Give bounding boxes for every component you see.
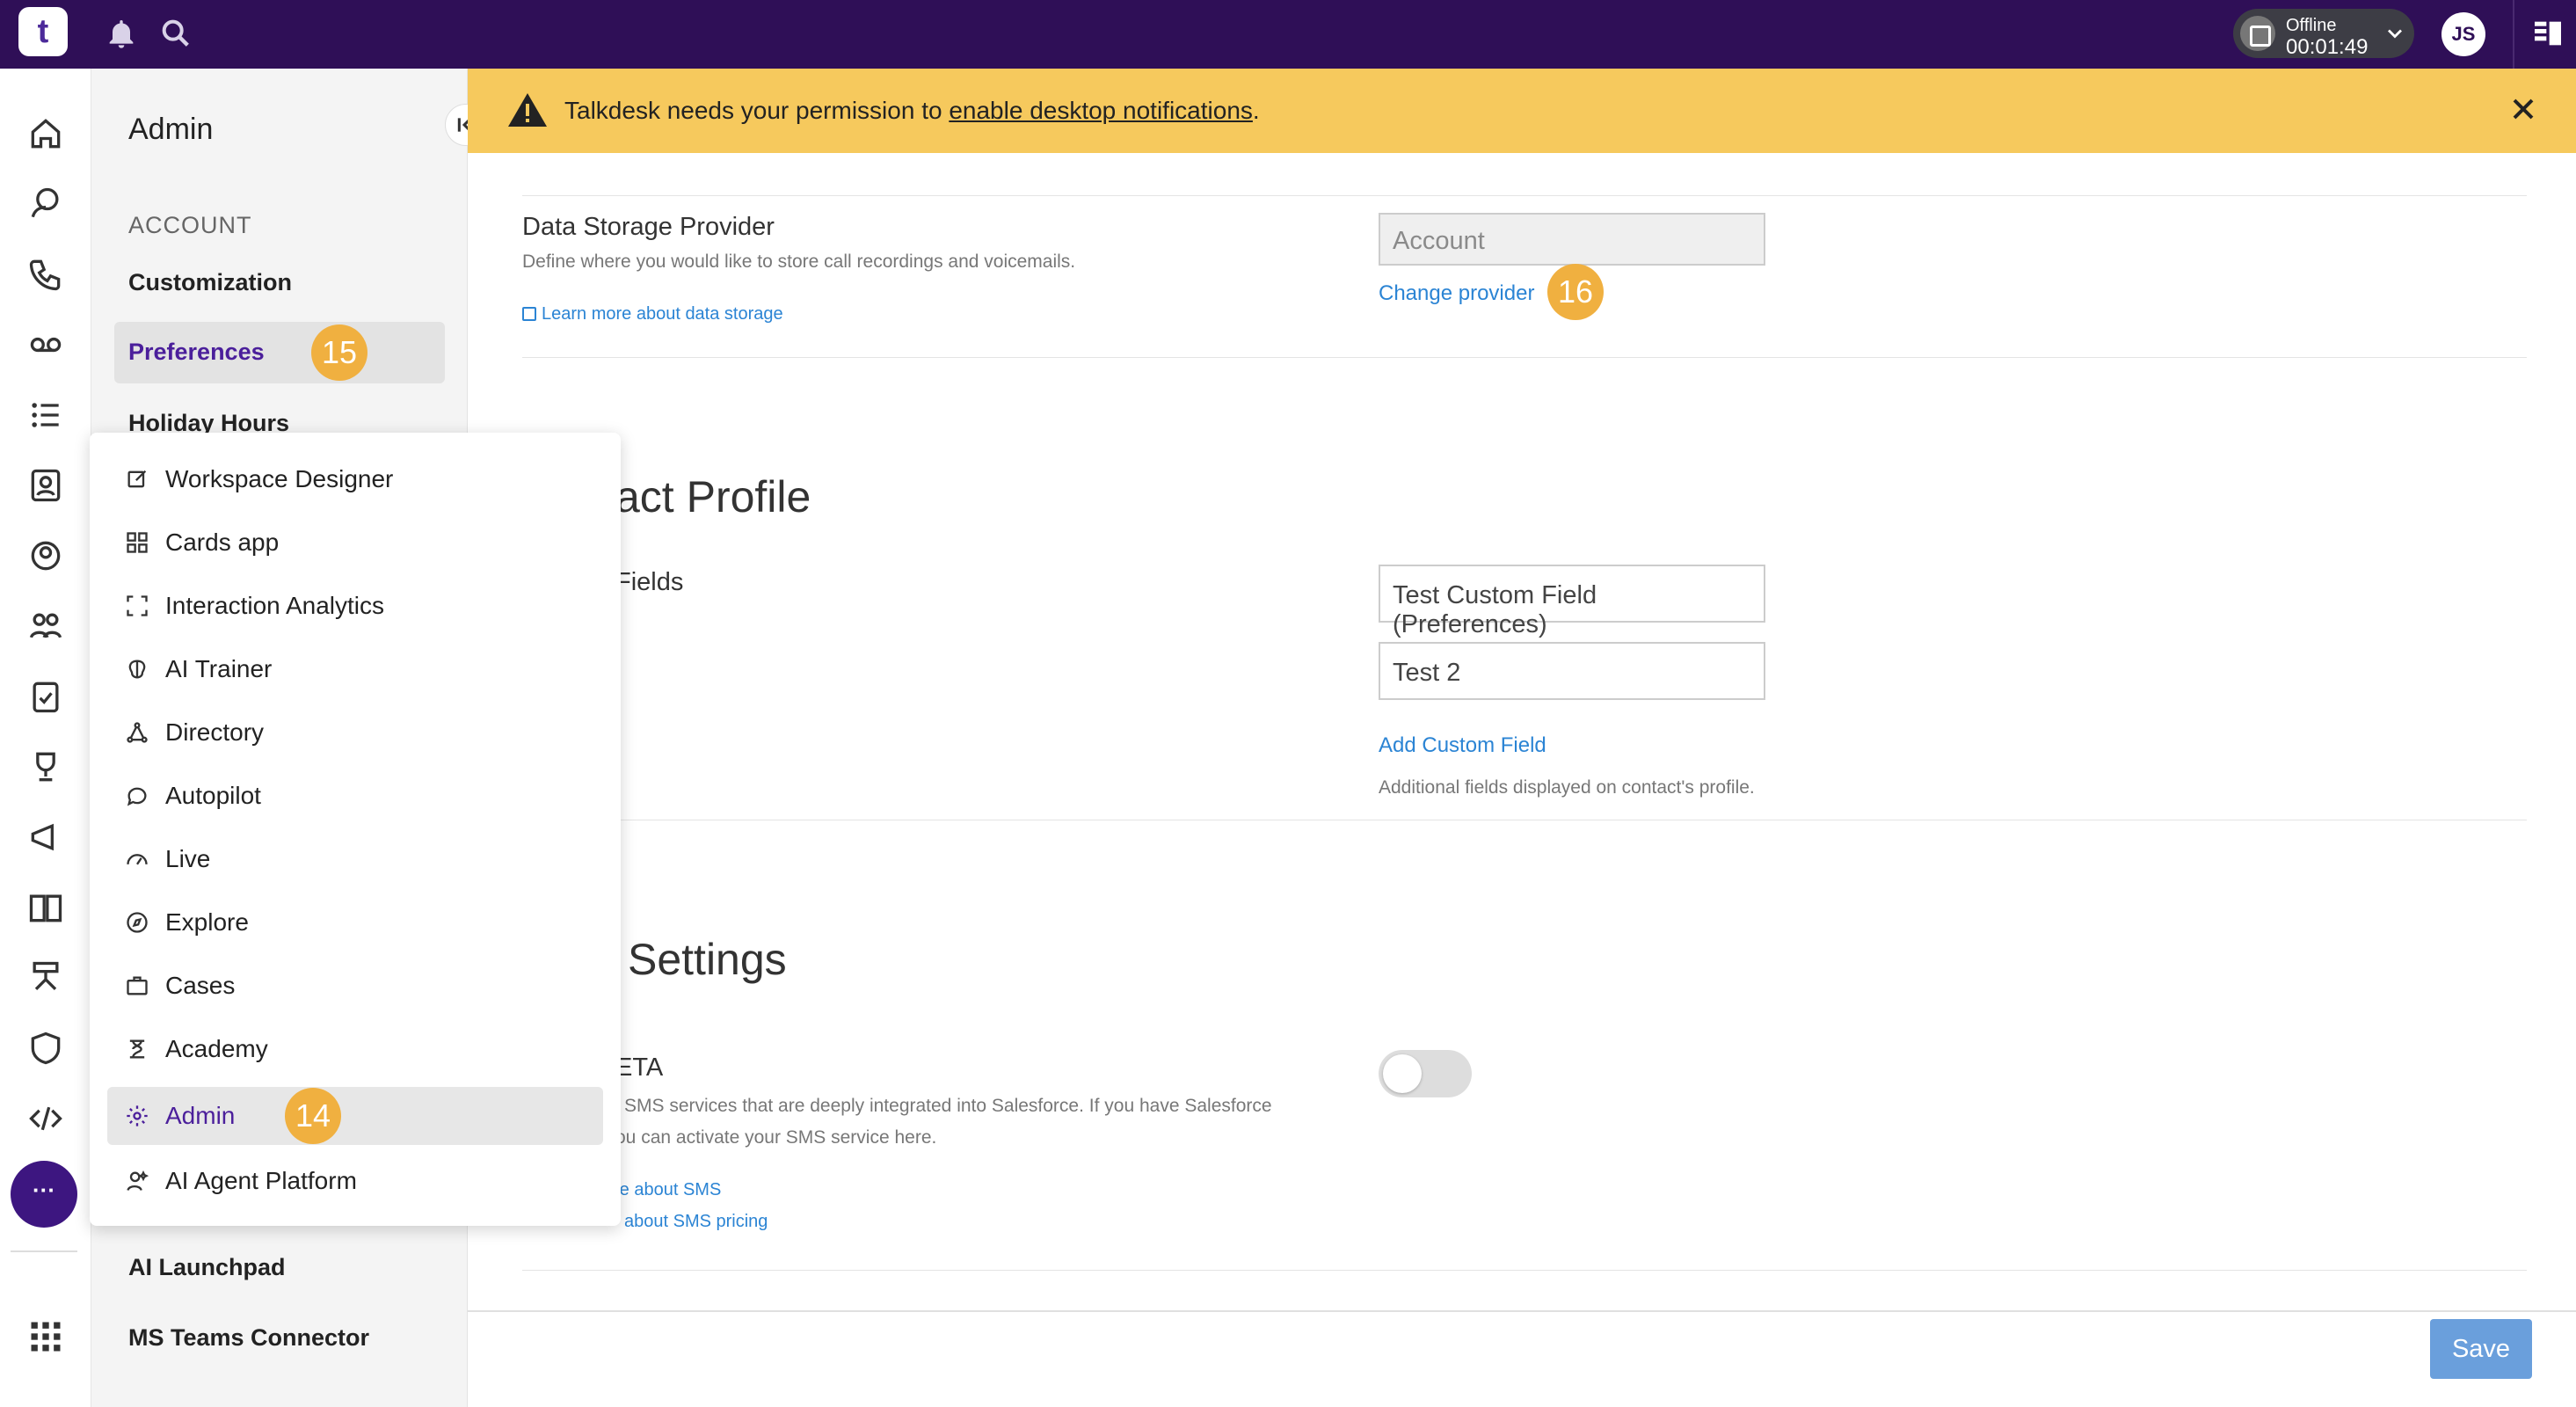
data-storage-description: Define where you would like to store cal…: [522, 252, 1076, 272]
menu-item-explore[interactable]: Explore: [107, 893, 603, 951]
nav-item-label: Preferences: [128, 339, 265, 365]
step-badge: 16: [1547, 264, 1604, 320]
section-title-contact-profile: act Profile: [615, 472, 811, 521]
sms-toggle[interactable]: [1379, 1050, 1472, 1097]
voicemail-icon[interactable]: [26, 325, 65, 364]
data-storage-label: Data Storage Provider: [522, 213, 775, 241]
app-rail: ···: [0, 69, 91, 1407]
chevron-down-icon: [2383, 21, 2407, 50]
menu-item-autopilot[interactable]: Autopilot: [107, 767, 603, 825]
external-link-icon: [522, 307, 536, 321]
gear-icon: [125, 1104, 149, 1128]
section-title-sms-settings: Settings: [628, 935, 787, 984]
add-custom-field-link[interactable]: Add Custom Field: [1379, 733, 1546, 758]
sms-pricing-link[interactable]: about SMS pricing: [624, 1212, 768, 1232]
talkdesk-logo[interactable]: t: [18, 7, 68, 56]
book-icon[interactable]: [26, 888, 65, 927]
contacts-icon[interactable]: [26, 466, 65, 505]
agent-status-selector[interactable]: Offline 00:01:49: [2233, 9, 2414, 59]
workflow-icon[interactable]: [26, 959, 65, 997]
menu-item-academy[interactable]: Academy: [107, 1020, 603, 1078]
divider: [522, 357, 2527, 358]
section-heading-account: ACCOUNT: [128, 212, 252, 238]
conversations-icon[interactable]: [26, 185, 65, 223]
banner-message: Talkdesk needs your permission to enable…: [564, 97, 1260, 124]
more-apps-button[interactable]: ···: [11, 1161, 77, 1228]
agent-icon[interactable]: [26, 536, 65, 575]
learn-more-sms-link[interactable]: re about SMS: [614, 1180, 721, 1200]
sms-beta-label: ETA: [615, 1053, 664, 1082]
scan-icon: [125, 594, 149, 618]
brain-icon: [125, 657, 149, 682]
preferences-content: Data Storage Provider Define where you w…: [468, 153, 2576, 1310]
custom-fields-hint: Additional fields displayed on contact's…: [1379, 777, 1755, 798]
step-badge: 15: [311, 324, 367, 381]
save-button[interactable]: Save: [2430, 1319, 2532, 1379]
clipboard-check-icon[interactable]: [26, 677, 65, 716]
notification-banner: Talkdesk needs your permission to enable…: [468, 69, 2576, 153]
custom-fields-label: Fields: [615, 568, 684, 596]
top-bar: t Offline 00:01:49 JS: [0, 0, 2576, 69]
app-grid-icon[interactable]: [26, 1317, 65, 1356]
sms-description: ou can activate your SMS service here.: [615, 1127, 937, 1148]
panel-title: Admin: [128, 113, 214, 146]
grid-icon: [125, 530, 149, 555]
menu-item-cases[interactable]: Cases: [107, 957, 603, 1015]
status-label: Offline: [2286, 16, 2337, 35]
team-icon[interactable]: [26, 607, 65, 645]
menu-item-interaction-analytics[interactable]: Interaction Analytics: [107, 577, 603, 635]
gauge-icon: [125, 847, 149, 871]
megaphone-icon[interactable]: [26, 818, 65, 857]
divider: [522, 195, 2527, 196]
chat-bot-icon: [125, 784, 149, 808]
compass-icon: [125, 910, 149, 935]
nav-item-customization[interactable]: Customization: [128, 269, 292, 296]
divider: [522, 1270, 2527, 1271]
warning-icon: [506, 90, 549, 133]
sms-description: SMS services that are deeply integrated …: [624, 1096, 1272, 1116]
code-icon[interactable]: [26, 1099, 65, 1138]
status-stop-icon: [2240, 16, 2275, 51]
footer-bar: [468, 1310, 2576, 1407]
nav-item-preferences[interactable]: Preferences 15: [114, 322, 445, 383]
edit-square-icon: [125, 467, 149, 492]
menu-item-ai-trainer[interactable]: AI Trainer: [107, 640, 603, 698]
list-icon[interactable]: [26, 396, 65, 434]
avatar[interactable]: JS: [2441, 12, 2485, 56]
academy-icon: [125, 1037, 149, 1061]
status-timer: 00:01:49: [2286, 35, 2369, 59]
close-icon[interactable]: [2506, 91, 2541, 131]
apps-menu: Workspace Designer Cards app Interaction…: [90, 433, 621, 1226]
menu-item-cards-app[interactable]: Cards app: [107, 514, 603, 572]
agent-icon: [125, 1169, 149, 1193]
trophy-icon[interactable]: [26, 747, 65, 786]
change-provider-link[interactable]: Change provider: [1379, 281, 1534, 306]
menu-item-ai-agent-platform[interactable]: AI Agent Platform: [107, 1152, 603, 1210]
step-badge: 14: [285, 1088, 341, 1144]
nav-item-ms-teams-connector[interactable]: MS Teams Connector: [128, 1324, 369, 1352]
divider: [2513, 0, 2514, 69]
divider: [11, 1250, 77, 1252]
briefcase-icon: [125, 973, 149, 998]
data-storage-provider-field: Account: [1379, 213, 1765, 266]
search-icon[interactable]: [158, 16, 193, 51]
home-icon[interactable]: [26, 114, 65, 153]
phone-icon[interactable]: [26, 255, 65, 294]
menu-item-workspace-designer[interactable]: Workspace Designer: [107, 450, 603, 508]
custom-field-input[interactable]: Test 2: [1379, 642, 1765, 700]
bell-icon[interactable]: [104, 16, 139, 51]
custom-field-input[interactable]: Test Custom Field (Preferences): [1379, 565, 1765, 638]
side-panel-icon[interactable]: [2530, 16, 2565, 51]
menu-item-directory[interactable]: Directory: [107, 704, 603, 762]
network-icon: [125, 720, 149, 745]
menu-item-admin[interactable]: Admin 14: [107, 1087, 603, 1145]
menu-item-live[interactable]: Live: [107, 830, 603, 888]
enable-notifications-link[interactable]: enable desktop notifications: [949, 97, 1253, 124]
learn-more-data-storage-link[interactable]: Learn more about data storage: [522, 304, 783, 324]
shield-icon[interactable]: [26, 1029, 65, 1068]
nav-item-ai-launchpad[interactable]: AI Launchpad: [128, 1254, 286, 1281]
